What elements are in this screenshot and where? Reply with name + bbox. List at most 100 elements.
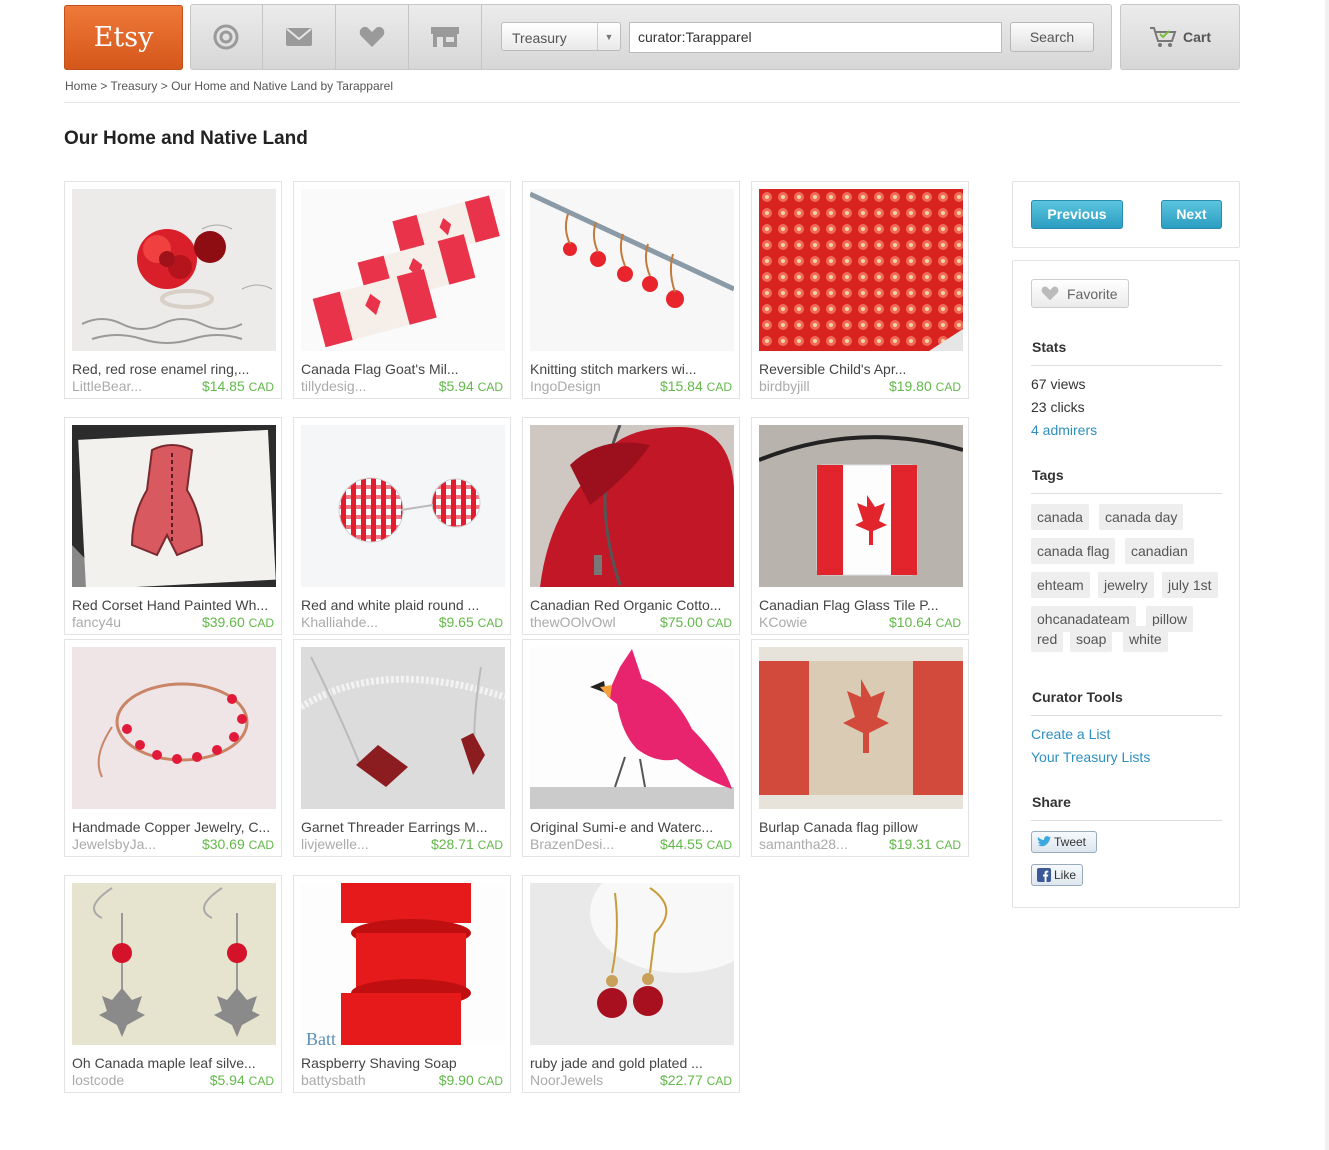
tag[interactable]: canada flag (1031, 538, 1116, 564)
divider (1031, 493, 1222, 494)
tag[interactable]: ehteam (1031, 572, 1090, 598)
divider (1031, 820, 1222, 821)
breadcrumb: Home > Treasury > Our Home and Native La… (65, 79, 393, 93)
item-shop[interactable]: battysbath (301, 1072, 366, 1088)
item-image-maple-earrings[interactable] (72, 883, 276, 1045)
item-card[interactable]: Original Sumi-e and Waterc... BrazenDesi… (522, 639, 740, 857)
item-title[interactable]: Garnet Threader Earrings M... (301, 819, 506, 835)
tag[interactable]: red (1031, 626, 1064, 652)
item-card[interactable]: Red and white plaid round ... Khalliahde… (293, 417, 511, 635)
tweet-button[interactable]: Tweet (1031, 831, 1097, 853)
item-title[interactable]: ruby jade and gold plated ... (530, 1055, 735, 1071)
item-shop[interactable]: thewOOlvOwl (530, 614, 616, 630)
tag[interactable]: white (1123, 626, 1168, 652)
item-image-corset[interactable] (72, 425, 276, 587)
item-card[interactable]: Oh Canada maple leaf silve... lostcode $… (64, 875, 282, 1093)
item-shop[interactable]: NoorJewels (530, 1072, 603, 1088)
search-category-select[interactable]: Treasury ▼ (501, 22, 621, 51)
item-title[interactable]: Red and white plaid round ... (301, 597, 506, 613)
item-shop[interactable]: birdbyjill (759, 378, 810, 394)
mail-icon[interactable] (263, 4, 336, 70)
item-image-burlap-pillow[interactable] (759, 647, 963, 809)
tag[interactable]: canada day (1099, 504, 1184, 530)
item-price: $44.55 CAD (659, 836, 732, 852)
item-title[interactable]: Handmade Copper Jewelry, C... (72, 819, 277, 835)
item-shop[interactable]: livjewelle... (301, 836, 369, 852)
item-title[interactable]: Red Corset Hand Painted Wh... (72, 597, 277, 613)
item-image-cardinal-painting[interactable] (530, 647, 734, 809)
item-shop[interactable]: LittleBear... (72, 378, 142, 394)
divider (1031, 365, 1222, 366)
item-image-plaid-earrings[interactable] (301, 425, 505, 587)
heart-icon[interactable] (336, 4, 409, 70)
etsy-logo[interactable]: Etsy (64, 5, 183, 70)
item-card[interactable]: Red, red rose enamel ring,... LittleBear… (64, 181, 282, 399)
target-icon[interactable] (190, 4, 263, 70)
item-image-flag-soap[interactable] (301, 189, 505, 351)
item-shop[interactable]: Khalliahde... (301, 614, 378, 630)
item-card[interactable]: Handmade Copper Jewelry, C... JewelsbyJa… (64, 639, 282, 857)
admirers-link[interactable]: 4 admirers (1031, 422, 1097, 438)
item-shop[interactable]: fancy4u (72, 614, 121, 630)
item-card[interactable]: Canada Flag Goat's Mil... tillydesig... … (293, 181, 511, 399)
item-card[interactable]: ruby jade and gold plated ... NoorJewels… (522, 875, 740, 1093)
item-shop[interactable]: BrazenDesi... (530, 836, 614, 852)
item-image-ruby-jade-earrings[interactable] (530, 883, 734, 1045)
shop-icon[interactable] (409, 4, 482, 70)
item-title[interactable]: Burlap Canada flag pillow (759, 819, 964, 835)
tag[interactable]: canadian (1125, 538, 1194, 564)
item-card[interactable]: Red Corset Hand Painted Wh... fancy4u $3… (64, 417, 282, 635)
item-title[interactable]: Knitting stitch markers wi... (530, 361, 735, 377)
item-card[interactable]: Canadian Red Organic Cotto... thewOOlvOw… (522, 417, 740, 635)
item-image-flag-pendant[interactable] (759, 425, 963, 587)
item-title[interactable]: Oh Canada maple leaf silve... (72, 1055, 277, 1071)
tag[interactable]: jewelry (1098, 572, 1154, 598)
tag[interactable]: canada (1031, 504, 1089, 530)
search-input[interactable]: curator:Tarapparel (629, 22, 1002, 53)
facebook-like-button[interactable]: Like (1031, 864, 1083, 886)
item-card[interactable]: Burlap Canada flag pillow samantha28... … (751, 639, 969, 857)
item-card[interactable]: Batt Raspberry Shaving Soap battysbath $… (293, 875, 511, 1093)
previous-button[interactable]: Previous (1031, 200, 1123, 229)
item-image-stitch-markers[interactable] (530, 189, 734, 351)
window-edge (1325, 0, 1329, 1150)
breadcrumb-treasury[interactable]: Treasury (110, 79, 157, 93)
tag[interactable]: soap (1070, 626, 1113, 652)
search-button[interactable]: Search (1010, 22, 1094, 52)
item-title[interactable]: Original Sumi-e and Waterc... (530, 819, 735, 835)
next-button[interactable]: Next (1161, 200, 1222, 229)
item-title[interactable]: Reversible Child's Apr... (759, 361, 964, 377)
item-card[interactable]: Knitting stitch markers wi... IngoDesign… (522, 181, 740, 399)
tag[interactable]: july 1st (1162, 572, 1218, 598)
item-image-apron[interactable] (759, 189, 963, 351)
breadcrumb-current: Our Home and Native Land by Tarapparel (171, 79, 393, 93)
favorite-button[interactable]: Favorite (1031, 279, 1129, 308)
item-price: $39.60 CAD (201, 614, 274, 630)
item-title[interactable]: Canadian Red Organic Cotto... (530, 597, 735, 613)
item-title[interactable]: Canadian Flag Glass Tile P... (759, 597, 964, 613)
your-treasury-lists-link[interactable]: Your Treasury Lists (1031, 749, 1150, 765)
item-title[interactable]: Canada Flag Goat's Mil... (301, 361, 506, 377)
item-title[interactable]: Red, red rose enamel ring,... (72, 361, 277, 377)
item-image-shaving-soap[interactable]: Batt (301, 883, 505, 1045)
breadcrumb-home[interactable]: Home (65, 79, 97, 93)
item-shop[interactable]: KCowie (759, 614, 807, 630)
item-shop[interactable]: samantha28... (759, 836, 848, 852)
item-shop[interactable]: lostcode (72, 1072, 124, 1088)
item-shop[interactable]: IngoDesign (530, 378, 601, 394)
cart-button[interactable]: Cart (1120, 4, 1240, 70)
item-card[interactable]: Canadian Flag Glass Tile P... KCowie $10… (751, 417, 969, 635)
item-price: $5.94 CAD (209, 1072, 274, 1088)
item-card[interactable]: Garnet Threader Earrings M... livjewelle… (293, 639, 511, 857)
item-price: $9.90 CAD (438, 1072, 503, 1088)
item-image-garnet-earrings[interactable] (301, 647, 505, 809)
item-image-red-wrap[interactable] (530, 425, 734, 587)
item-shop[interactable]: tillydesig... (301, 378, 366, 394)
item-card[interactable]: Reversible Child's Apr... birdbyjill $19… (751, 181, 969, 399)
item-title[interactable]: Raspberry Shaving Soap (301, 1055, 506, 1071)
item-price: $19.31 CAD (888, 836, 961, 852)
item-image-rose-ring[interactable] (72, 189, 276, 351)
create-list-link[interactable]: Create a List (1031, 726, 1110, 742)
item-shop[interactable]: JewelsbyJa... (72, 836, 156, 852)
item-image-copper-bracelet[interactable] (72, 647, 276, 809)
